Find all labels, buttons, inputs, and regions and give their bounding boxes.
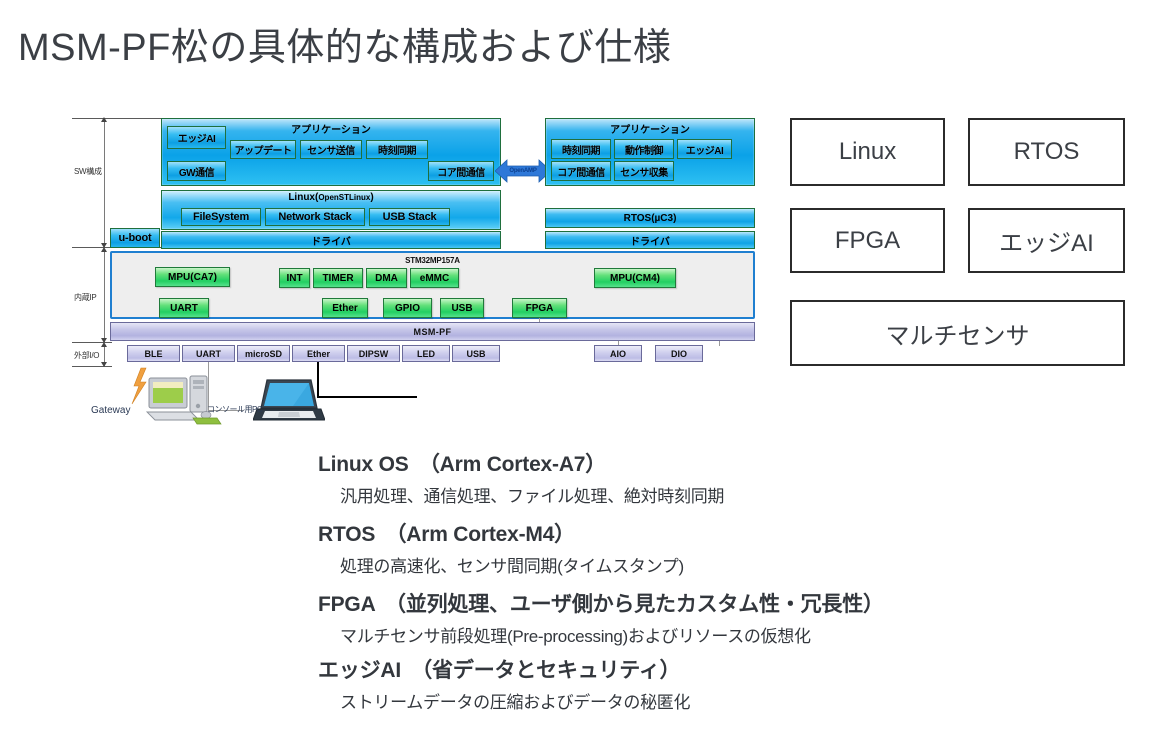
ip-block-ether[interactable]: Ether [322, 298, 368, 318]
openamp-bridge-arrow: OpenAMP [494, 158, 552, 184]
dim-line-ip [104, 250, 105, 342]
feature-box-multi-sensor[interactable]: マルチセンサ [790, 300, 1125, 366]
dim-label-ip: 内蔵IP [74, 293, 97, 302]
rtos-app-sensor-collect[interactable]: センサ収集 [614, 161, 674, 181]
spec-rtos-detail: 処理の高速化、センサ間同期(タイムスタンプ) [340, 557, 684, 576]
linux-app-update[interactable]: アップデート [230, 140, 296, 159]
wire-ether-lan-horizontal [317, 396, 417, 398]
rtos-os-bar: RTOS(µC3) [545, 208, 755, 228]
linux-app-sensor-send[interactable]: センサ送信 [300, 140, 362, 159]
spec-item-rtos: RTOS （Arm Cortex-M4） 処理の高速化、センサ間同期(タイムスタ… [318, 518, 684, 577]
linux-os-title-small: OpenSTLinux [318, 193, 371, 202]
console-pc-laptop-icon [253, 379, 325, 421]
linux-os-panel-title: Linux(OpenSTLinux) [162, 192, 500, 203]
linux-app-time-sync[interactable]: 時刻同期 [366, 140, 428, 159]
spec-item-edge-ai: エッジAI （省データとセキュリティ） ストリームデータの圧縮およびデータの秘匿… [318, 654, 691, 713]
linux-os-title-end: ) [370, 192, 374, 203]
feature-box-edge-ai[interactable]: エッジAI [968, 208, 1125, 273]
spec-linux-heading: Linux OS （Arm Cortex-A7） [318, 453, 607, 476]
architecture-diagram: SW構成 内蔵IP 外部I/O アプリケーション エッジAI アップデート セン… [0, 0, 790, 440]
linux-app-inter-core-comm[interactable]: コア間通信 [428, 161, 494, 181]
spec-linux-detail: 汎用処理、通信処理、ファイル処理、絶対時刻同期 [340, 487, 725, 506]
msm-pf-platform-bar: MSM-PF [110, 322, 755, 341]
dim-arrow-io-bottom [101, 362, 107, 367]
gateway-label: Gateway [91, 405, 131, 416]
io-block-aio[interactable]: AIO [594, 345, 652, 372]
ip-block-mpu-ca7[interactable]: MPU(CA7) [147, 259, 230, 287]
io-block-led[interactable]: LED [402, 345, 450, 362]
rtos-app-inter-core-comm[interactable]: コア間通信 [551, 161, 611, 181]
io-block-dipsw[interactable]: DIPSW [347, 345, 400, 362]
spec-item-fpga: FPGA （並列処理、ユーザ側から見たカスタム性・冗長性） マルチセンサ前段処理… [318, 588, 884, 647]
slide-root: MSM-PF松の具体的な構成および仕様 SW構成 内蔵IP 外部I/O アプリケ… [0, 0, 1150, 729]
spec-fpga-detail: マルチセンサ前段処理(Pre-processing)およびリソースの仮想化 [340, 627, 811, 646]
spec-edge-ai-detail: ストリームデータの圧縮およびデータの秘匿化 [340, 693, 691, 712]
rtos-driver-bar: ドライバ [545, 231, 755, 249]
spec-item-linux: Linux OS （Arm Cortex-A7） 汎用処理、通信処理、ファイル処… [318, 448, 724, 507]
rtos-app-motion-control[interactable]: 動作制御 [614, 139, 674, 159]
io-block-ether[interactable]: Ether [292, 345, 345, 362]
dim-label-sw: SW構成 [74, 167, 102, 176]
ip-block-usb[interactable]: USB [440, 298, 484, 318]
linux-driver-bar: ドライバ [161, 231, 501, 249]
spec-fpga-heading: FPGA （並列処理、ユーザ側から見たカスタム性・冗長性） [318, 593, 884, 616]
linux-app-edge-ai[interactable]: エッジAI [167, 126, 226, 149]
dim-arrow-ip-top [101, 247, 107, 252]
io-block-microsd[interactable]: microSD [237, 345, 290, 362]
linux-os-title-main: Linux( [288, 192, 319, 203]
spec-edge-ai-heading: エッジAI （省データとセキュリティ） [318, 659, 681, 682]
stm32-chip-label: STM32MP157A [405, 256, 460, 265]
feature-box-fpga[interactable]: FPGA [790, 208, 945, 273]
openamp-label: OpenAMP [509, 168, 537, 174]
ip-block-fpga[interactable]: FPGA [512, 298, 567, 318]
ip-block-mpu-cm4[interactable]: MPU(CM4) [594, 268, 676, 288]
ip-block-gpio[interactable]: GPIO [383, 298, 432, 318]
feature-box-linux[interactable]: Linux [790, 118, 945, 186]
dim-label-io: 外部I/O [74, 351, 100, 360]
rtos-app-time-sync[interactable]: 時刻同期 [551, 139, 611, 159]
linux-os-filesystem[interactable]: FileSystem [181, 208, 261, 226]
linux-app-gw-comm[interactable]: GW通信 [167, 161, 226, 181]
rtos-app-edge-ai[interactable]: エッジAI [677, 139, 732, 159]
ip-block-dma[interactable]: DMA [366, 268, 407, 288]
dim-line-sw [104, 120, 105, 247]
io-block-dio[interactable]: DIO [655, 345, 713, 372]
console-pc-label: コンソール用PC [207, 405, 263, 414]
spec-rtos-heading: RTOS （Arm Cortex-M4） [318, 523, 575, 546]
gateway-computer-icon [131, 367, 222, 425]
ip-block-uart[interactable]: UART [159, 298, 209, 318]
linux-os-network-stack[interactable]: Network Stack [265, 208, 365, 226]
io-block-uart[interactable]: UART [182, 345, 235, 362]
rtos-application-panel-title: アプリケーション [610, 125, 690, 136]
io-block-usb[interactable]: USB [452, 345, 500, 362]
feature-box-rtos[interactable]: RTOS [968, 118, 1125, 186]
u-boot-block[interactable]: u-boot [110, 228, 160, 248]
linux-os-usb-stack[interactable]: USB Stack [369, 208, 450, 226]
ip-block-int[interactable]: INT [279, 268, 310, 288]
dim-arrow-io-top [101, 342, 107, 347]
ip-block-timer[interactable]: TIMER [313, 268, 363, 288]
dim-arrow-sw-top [101, 117, 107, 122]
io-block-ble[interactable]: BLE [127, 345, 180, 362]
ip-block-emmc[interactable]: eMMC [410, 268, 459, 288]
